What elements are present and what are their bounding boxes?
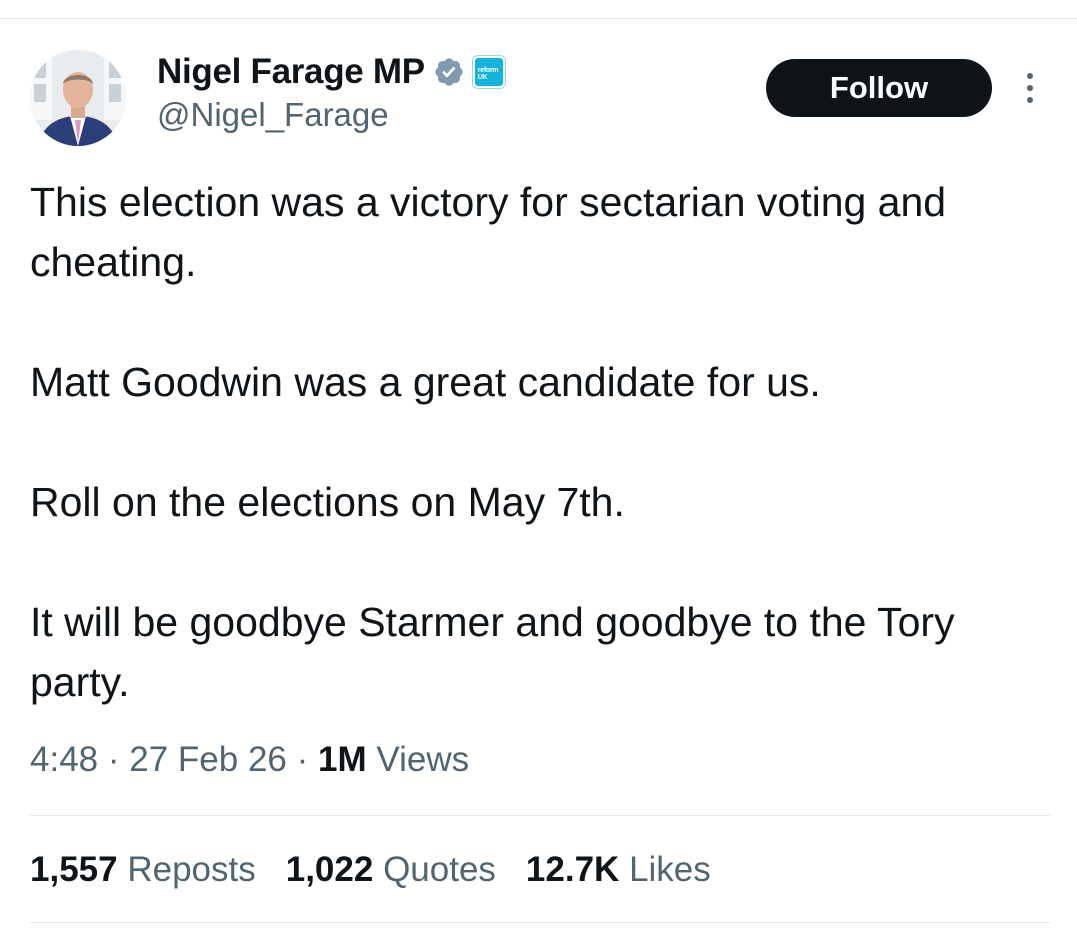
author-name-row: Nigel Farage MP reform UK (157, 50, 505, 94)
tweet-paragraph: Roll on the elections on May 7th. (30, 479, 625, 525)
more-vertical-icon[interactable] (1018, 70, 1042, 106)
verified-badge-icon[interactable] (433, 56, 465, 88)
likes-count: 12.7K (525, 850, 620, 889)
quotes-count: 1,022 (285, 850, 374, 889)
top-divider (0, 18, 1077, 19)
reform-uk-affiliate-badge-icon[interactable]: reform UK (472, 56, 505, 88)
likes-stat[interactable]: 12.7K Likes (526, 850, 711, 890)
author-handle[interactable]: @Nigel_Farage (157, 96, 389, 134)
reposts-stat[interactable]: 1,557 Reposts (30, 850, 256, 890)
tweet-time[interactable]: 4:48 (30, 740, 98, 779)
tweet-paragraph: It will be goodbye Starmer and goodbye t… (30, 599, 955, 705)
affiliate-badge-text: reform UK (477, 67, 499, 81)
tweet-date[interactable]: 27 Feb 26 (129, 740, 287, 779)
reposts-count: 1,557 (30, 850, 118, 889)
quotes-stat[interactable]: 1,022 Quotes (286, 850, 496, 890)
meta-separator: · (296, 740, 309, 779)
quotes-label: Quotes (383, 850, 496, 889)
stats-divider (30, 815, 1050, 816)
reposts-label: Reposts (127, 850, 256, 889)
author-display-name[interactable]: Nigel Farage MP (157, 52, 425, 92)
profile-photo-icon (30, 50, 126, 146)
meta-separator: · (107, 740, 120, 779)
engagement-stats: 1,557 Reposts 1,022 Quotes 12.7K Likes (30, 850, 711, 890)
bottom-divider (30, 922, 1050, 923)
tweet-paragraph: Matt Goodwin was a great candidate for u… (30, 359, 821, 405)
tweet-text: This election was a victory for sectaria… (30, 172, 1030, 712)
views-label: Views (376, 740, 470, 779)
tweet-paragraph: This election was a victory for sectaria… (30, 179, 947, 285)
views-count: 1M (318, 740, 367, 779)
likes-label: Likes (629, 850, 711, 889)
avatar[interactable] (30, 50, 126, 146)
follow-button[interactable]: Follow (766, 59, 992, 117)
tweet-metadata: 4:48 · 27 Feb 26 · 1M Views (30, 740, 469, 780)
